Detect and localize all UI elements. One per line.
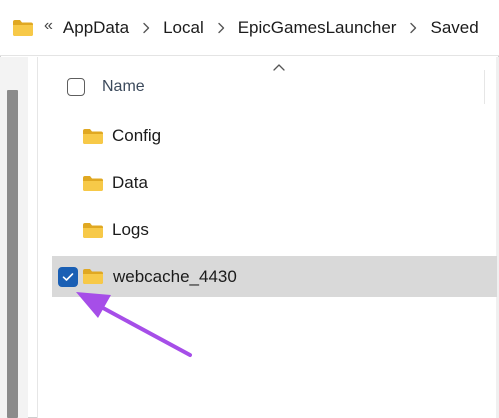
chevron-right-icon[interactable] (141, 21, 151, 35)
list-item[interactable]: Logs (52, 210, 497, 250)
column-header: Name (52, 68, 499, 106)
folder-icon (82, 175, 104, 192)
folder-icon (82, 268, 104, 285)
list-item-label: Config (112, 126, 162, 145)
breadcrumb: AppData Local EpicGamesLauncher Saved (63, 18, 479, 38)
breadcrumb-appdata[interactable]: AppData (63, 18, 129, 38)
list-item[interactable]: Config (52, 116, 497, 156)
breadcrumb-overflow[interactable]: « (44, 17, 53, 35)
folder-icon (12, 19, 34, 37)
navigation-scrollbar[interactable] (7, 90, 18, 418)
address-bar[interactable]: « AppData Local EpicGamesLauncher Saved (0, 0, 499, 56)
list-item[interactable]: Data (52, 163, 497, 203)
list-item-selected[interactable]: webcache_4430 (52, 256, 497, 297)
folder-icon (82, 128, 104, 145)
breadcrumb-saved[interactable]: Saved (430, 18, 478, 38)
chevron-right-icon[interactable] (216, 21, 226, 35)
column-divider[interactable] (484, 70, 485, 104)
item-checkbox-checked[interactable] (58, 266, 78, 287)
breadcrumb-epicgameslauncher[interactable]: EpicGamesLauncher (238, 18, 397, 38)
column-header-name[interactable]: Name (102, 78, 145, 96)
checkmark-icon (62, 272, 74, 281)
chevron-right-icon[interactable] (408, 21, 418, 35)
list-item-label: webcache_4430 (113, 266, 237, 286)
list-item-label: Data (112, 173, 148, 192)
list-item-label: Logs (112, 220, 149, 239)
select-all-checkbox[interactable] (67, 78, 85, 96)
breadcrumb-local[interactable]: Local (163, 18, 204, 38)
folder-icon (82, 222, 104, 239)
